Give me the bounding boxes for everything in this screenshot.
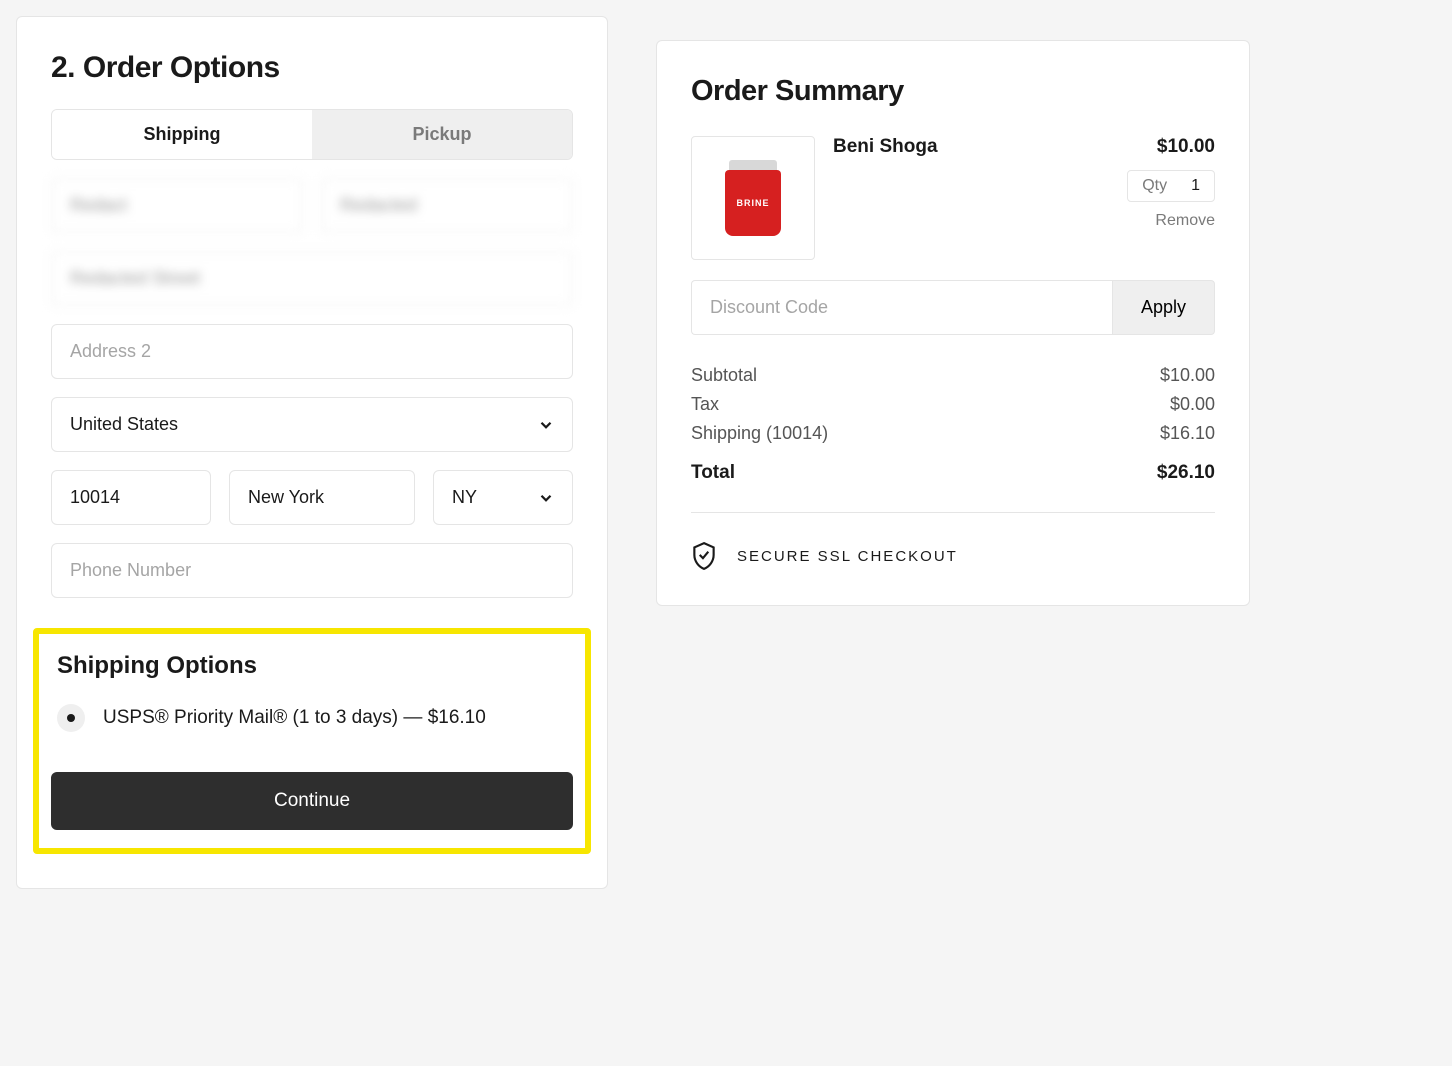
shipping-value: $16.10 (1160, 423, 1215, 444)
shield-check-icon (691, 541, 717, 571)
subtotal-row: Subtotal $10.00 (691, 365, 1215, 386)
shipping-label: Shipping (10014) (691, 423, 828, 444)
shipping-options-highlight: Shipping Options USPS® Priority Mail® (1… (33, 628, 591, 854)
radio-dot-icon (67, 714, 75, 722)
shipping-option-row[interactable]: USPS® Priority Mail® (1 to 3 days) — $16… (51, 704, 573, 732)
quantity-value: 1 (1191, 177, 1200, 195)
address1-input[interactable] (51, 251, 573, 306)
tax-value: $0.00 (1170, 394, 1215, 415)
shipping-options-title: Shipping Options (51, 652, 573, 680)
quantity-stepper[interactable]: Qty 1 (1127, 170, 1215, 202)
city-input[interactable] (229, 470, 415, 525)
first-name-input[interactable] (51, 178, 303, 233)
order-options-title: 2. Order Options (51, 51, 573, 85)
state-select[interactable] (433, 470, 573, 525)
subtotal-value: $10.00 (1160, 365, 1215, 386)
secure-checkout-label: SECURE SSL CHECKOUT (737, 548, 958, 565)
phone-input[interactable] (51, 543, 573, 598)
country-value[interactable] (51, 397, 573, 452)
apply-button[interactable]: Apply (1112, 280, 1215, 335)
order-options-panel: 2. Order Options Shipping Pickup (16, 16, 608, 889)
country-select[interactable] (51, 397, 573, 452)
product-row: BRINE Beni Shoga $10.00 Qty 1 Remove (691, 136, 1215, 260)
divider (691, 512, 1215, 513)
tab-pickup[interactable]: Pickup (312, 110, 572, 159)
tab-shipping[interactable]: Shipping (52, 110, 312, 159)
tax-label: Tax (691, 394, 719, 415)
continue-button[interactable]: Continue (51, 772, 573, 830)
subtotal-label: Subtotal (691, 365, 757, 386)
address2-input[interactable] (51, 324, 573, 379)
remove-link[interactable]: Remove (833, 212, 1215, 230)
state-value[interactable] (433, 470, 573, 525)
last-name-input[interactable] (321, 178, 573, 233)
quantity-label: Qty (1142, 177, 1167, 195)
tax-row: Tax $0.00 (691, 394, 1215, 415)
product-image: BRINE (691, 136, 815, 260)
jar-icon: BRINE (725, 160, 781, 236)
zip-input[interactable] (51, 470, 211, 525)
shipping-option-label: USPS® Priority Mail® (1 to 3 days) — $16… (103, 707, 486, 729)
discount-code-input[interactable] (691, 280, 1112, 335)
order-summary-title: Order Summary (691, 75, 1215, 108)
delivery-tabs: Shipping Pickup (51, 109, 573, 160)
shipping-row: Shipping (10014) $16.10 (691, 423, 1215, 444)
total-row: Total $26.10 (691, 462, 1215, 484)
order-summary-panel: Order Summary BRINE Beni Shoga $10.00 (656, 40, 1250, 606)
total-label: Total (691, 462, 735, 484)
shipping-option-radio[interactable] (57, 704, 85, 732)
secure-checkout-row: SECURE SSL CHECKOUT (691, 541, 1215, 571)
product-name: Beni Shoga (833, 136, 938, 158)
product-price: $10.00 (1157, 136, 1215, 158)
total-value: $26.10 (1157, 462, 1215, 484)
